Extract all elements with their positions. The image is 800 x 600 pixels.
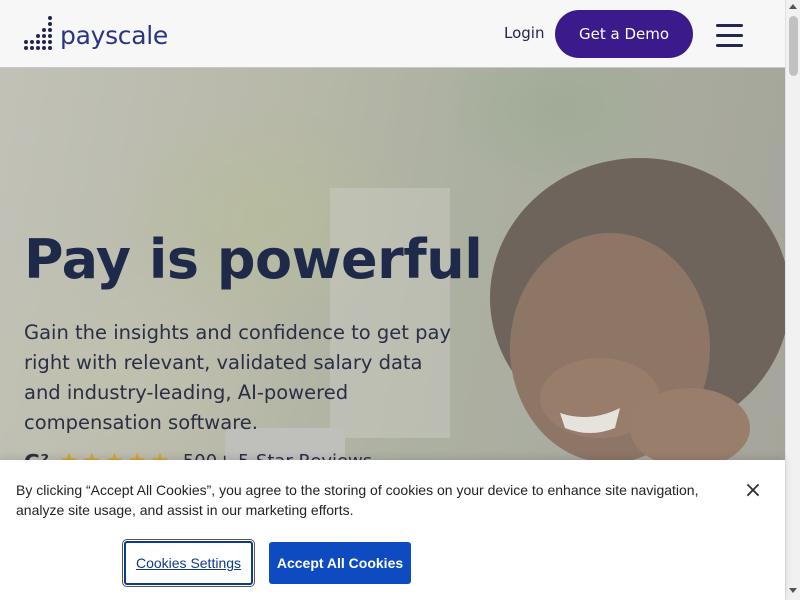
logo-text: payscale [60, 20, 169, 50]
logo-dots-icon [24, 16, 54, 50]
cookies-settings-button[interactable]: Cookies Settings [122, 539, 255, 587]
hero-title: Pay is powerful [24, 228, 483, 291]
rating-row: G² ★★★★★ 500+ 5-Star Reviews [24, 449, 372, 460]
hero-subtitle: Gain the insights and confidence to get … [24, 321, 452, 434]
site-header: payscale Login Get a Demo [0, 0, 785, 68]
hamburger-menu-icon[interactable] [716, 24, 744, 48]
g2-icon: G² [24, 450, 49, 461]
cookie-message: By clicking “Accept All Cookies”, you ag… [16, 482, 699, 518]
scrollbar-thumb[interactable] [789, 16, 798, 76]
page-scrollbar[interactable] [785, 0, 800, 600]
login-link[interactable]: Login [504, 24, 544, 42]
rating-stars: ★★★★★ [59, 449, 173, 460]
payscale-logo[interactable]: payscale [24, 12, 168, 54]
hero-section: Pay is powerful Gain the insights and co… [0, 68, 785, 460]
close-icon[interactable]: × [742, 480, 764, 502]
scroll-up-arrow-icon[interactable] [789, 4, 797, 9]
rating-text: 500+ 5-Star Reviews [183, 451, 372, 460]
cookie-consent-banner: By clicking “Accept All Cookies”, you ag… [0, 460, 785, 600]
accept-all-cookies-button[interactable]: Accept All Cookies [269, 542, 411, 584]
scroll-down-arrow-icon[interactable] [789, 588, 797, 593]
get-a-demo-button[interactable]: Get a Demo [555, 10, 693, 58]
